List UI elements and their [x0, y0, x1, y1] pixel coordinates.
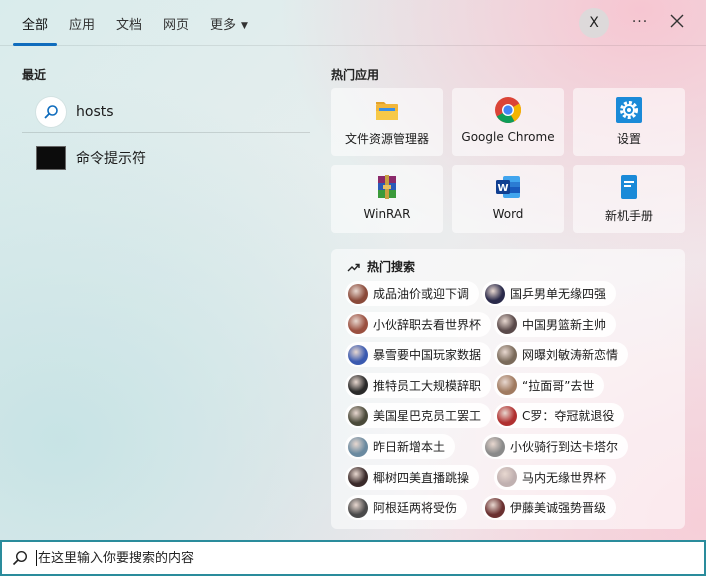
search-icon — [36, 96, 66, 127]
hot-search-item-label: 国乒男单无缘四强 — [510, 287, 607, 301]
hot-search-thumbnail — [348, 283, 368, 304]
tab-more-label: 更多 — [210, 18, 237, 33]
hot-search-item-label: 伊藤美诚强势晋级 — [510, 501, 607, 516]
app-tile-label: 文件资源管理器 — [344, 132, 429, 146]
app-tile-label: WinRAR — [363, 207, 411, 221]
search-icon — [12, 550, 28, 566]
hot-search-title: 热门搜索 — [347, 258, 415, 275]
hot-search-item[interactable]: 小伙辞职去看世界杯 — [345, 311, 492, 337]
hot-search-thumbnail — [497, 375, 517, 396]
app-tile-settings[interactable]: 设置 — [573, 88, 685, 156]
hot-search-item[interactable]: C罗：夺冠就退役 — [494, 403, 625, 429]
hot-search-item[interactable]: 中国男篮新主帅 — [494, 311, 617, 337]
hot-search-item-label: 美国星巴克员工罢工 — [373, 409, 482, 424]
hot-search-thumbnail — [497, 344, 517, 365]
app-tile-label: 新机手册 — [604, 209, 653, 223]
hot-search-item[interactable]: 昨日新增本土 — [345, 434, 456, 459]
hot-search-item[interactable]: 马内无缘世界杯 — [494, 464, 617, 490]
tab-web[interactable]: 网页 — [163, 14, 189, 46]
tab-documents[interactable]: 文档 — [116, 14, 142, 46]
hot-search-thumbnail — [497, 314, 517, 335]
account-avatar[interactable]: X — [579, 8, 609, 38]
close-icon[interactable] — [666, 10, 688, 32]
hot-search-thumbnail — [348, 375, 368, 396]
word-icon: W — [496, 176, 520, 198]
hot-search-thumbnail — [497, 405, 517, 426]
hot-search-item-label: 马内无缘世界杯 — [522, 470, 607, 485]
hot-search-item-label: 小伙辞职去看世界杯 — [373, 317, 482, 332]
hot-apps-title: 热门应用 — [331, 68, 380, 82]
recent-item-label: 命令提示符 — [76, 151, 146, 167]
hot-search-thumbnail — [485, 497, 505, 518]
svg-text:W: W — [497, 183, 508, 194]
hot-search-item-label: 成品油价或迎下调 — [373, 287, 470, 301]
hot-search-panel: 热门搜索 成品油价或迎下调 国乒男单无缘四强小伙辞职去看世界杯 中国男篮新主帅暴雪要… — [331, 249, 685, 529]
tab-all[interactable]: 全部 — [12, 14, 58, 46]
hot-search-thumbnail — [348, 405, 368, 426]
more-options-icon[interactable]: ··· — [629, 11, 651, 33]
hot-search-thumbnail — [497, 467, 517, 488]
text-caret — [36, 550, 37, 566]
trending-icon — [347, 263, 360, 271]
chevron-down-icon: ▼ — [241, 21, 248, 31]
recent-title: 最近 — [22, 68, 47, 82]
hot-search-item-label: 中国男篮新主帅 — [522, 317, 607, 332]
hot-search-item[interactable]: 美国星巴克员工罢工 — [345, 403, 492, 429]
hot-search-thumbnail — [348, 436, 368, 457]
command-prompt-icon — [36, 146, 66, 170]
app-tile-google-chrome[interactable]: Google Chrome — [452, 88, 564, 156]
chrome-icon — [495, 97, 522, 124]
search-tabs-bar: 全部 应用 文档 网页 更多 ▼ X ··· — [0, 0, 706, 46]
app-tile-label: Google Chrome — [461, 130, 555, 144]
app-tile-label: Word — [492, 207, 524, 221]
hot-search-thumbnail — [348, 344, 368, 365]
recent-item-command-prompt[interactable]: 命令提示符 — [22, 137, 310, 179]
hot-search-item-label: 昨日新增本土 — [373, 440, 446, 454]
hot-search-thumbnail — [348, 314, 368, 335]
app-tile-new-device-manual[interactable]: 新机手册 — [573, 165, 685, 233]
search-box[interactable] — [0, 540, 706, 576]
hot-search-item-label: C罗：夺冠就退役 — [522, 409, 615, 424]
manual-icon — [621, 175, 637, 199]
hot-search-item[interactable]: 暴雪要中国玩家数据 — [345, 342, 492, 368]
tab-more[interactable]: 更多 ▼ — [210, 14, 248, 46]
app-tile-winrar[interactable]: WinRAR — [331, 165, 443, 233]
app-tile-label: 设置 — [616, 132, 641, 146]
hot-search-title-text: 热门搜索 — [367, 260, 416, 274]
hot-search-item-label: “拉面哥”去世 — [522, 378, 595, 393]
recent-item-hosts[interactable]: hosts — [22, 91, 310, 133]
file-explorer-icon — [376, 102, 398, 120]
hot-search-item[interactable]: 网曝刘敏涛新恋情 — [494, 342, 629, 368]
hot-search-item-label: 小伙骑行到达卡塔尔 — [510, 440, 619, 454]
hot-search-item[interactable]: 伊藤美诚强势晋级 — [482, 495, 617, 521]
hot-search-item-label: 椰树四美直播跳操 — [373, 470, 470, 485]
hot-search-thumbnail — [348, 497, 368, 518]
search-input[interactable] — [38, 550, 638, 566]
app-tile-word[interactable]: W Word — [452, 165, 564, 233]
winrar-icon — [378, 175, 396, 199]
hot-search-item[interactable]: 椰树四美直播跳操 — [345, 464, 480, 490]
hot-search-item-label: 阿根廷两将受伤 — [373, 501, 458, 516]
hot-search-thumbnail — [485, 283, 505, 304]
hot-search-item[interactable]: 国乒男单无缘四强 — [482, 281, 617, 306]
hot-search-thumbnail — [485, 436, 505, 457]
hot-search-item[interactable]: 成品油价或迎下调 — [345, 281, 480, 306]
hot-search-item[interactable]: “拉面哥”去世 — [494, 372, 605, 398]
tab-apps[interactable]: 应用 — [69, 14, 95, 46]
hot-search-item[interactable]: 小伙骑行到达卡塔尔 — [482, 434, 629, 459]
hot-search-item[interactable]: 推特员工大规模辞职 — [345, 372, 492, 398]
hot-search-item-label: 网曝刘敏涛新恋情 — [522, 348, 619, 363]
hot-search-item[interactable]: 阿根廷两将受伤 — [345, 495, 468, 521]
hot-search-item-label: 暴雪要中国玩家数据 — [373, 348, 482, 363]
settings-gear-icon — [616, 97, 642, 123]
hot-search-thumbnail — [348, 467, 368, 488]
app-tile-file-explorer[interactable]: 文件资源管理器 — [331, 88, 443, 156]
recent-item-label: hosts — [76, 103, 114, 120]
hot-search-item-label: 推特员工大规模辞职 — [373, 378, 482, 393]
